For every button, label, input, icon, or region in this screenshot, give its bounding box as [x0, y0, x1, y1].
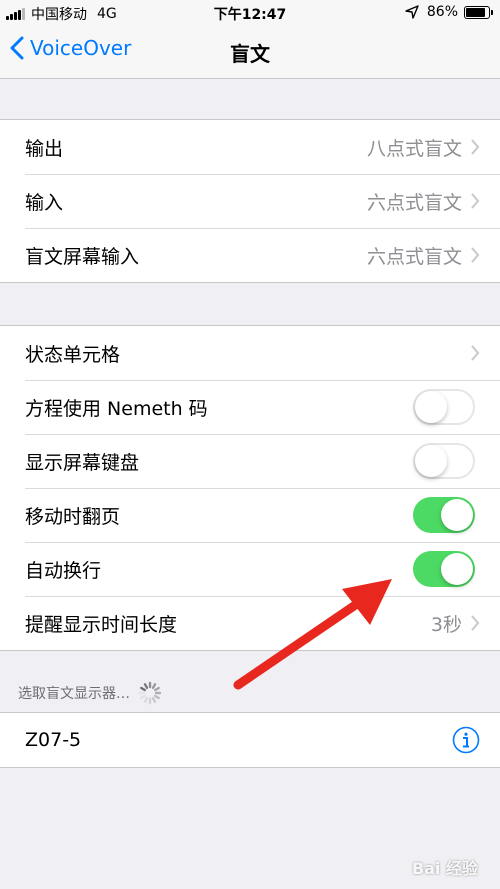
annotation-arrow-icon	[233, 579, 392, 690]
row-device-z07-5[interactable]: Z07-5	[0, 713, 500, 767]
toggle-knob	[415, 445, 447, 477]
braille-io-group: 输出 八点式盲文 输入 六点式盲文 盲文屏幕输入 六点式盲文	[0, 119, 500, 283]
chevron-right-icon	[471, 615, 480, 631]
device-name: Z07-5	[25, 729, 82, 751]
location-arrow-icon	[405, 5, 419, 19]
row-label: 盲文屏幕输入	[25, 245, 140, 268]
loading-spinner-icon	[138, 681, 162, 705]
row-label: 移动时翻页	[25, 505, 121, 528]
row-label: 方程使用 Nemeth 码	[25, 397, 208, 420]
row-label: 状态单元格	[25, 343, 121, 366]
row-label: 输入	[25, 191, 64, 214]
row-show-onscreen-keyboard: 显示屏幕键盘	[0, 434, 500, 488]
chevron-right-icon	[471, 193, 480, 209]
row-value: 八点式盲文	[366, 137, 462, 160]
row-value: 六点式盲文	[366, 191, 462, 214]
row-status-cell[interactable]: 状态单元格	[0, 326, 500, 380]
row-value: 3秒	[430, 613, 462, 636]
row-nemeth-code: 方程使用 Nemeth 码	[0, 380, 500, 434]
row-output[interactable]: 输出 八点式盲文	[0, 120, 500, 174]
battery-percent: 86%	[426, 4, 458, 20]
watermark-logo: Bai 经验	[411, 859, 478, 878]
toggle-knob	[415, 391, 447, 423]
row-value: 六点式盲文	[366, 245, 462, 268]
chevron-right-icon	[471, 139, 480, 155]
section-header-label: 选取盲文显示器…	[18, 686, 130, 702]
turn-pages-toggle[interactable]	[413, 497, 475, 533]
status-right: 86%	[405, 4, 493, 20]
navigation-bar: VoiceOver 盲文	[0, 26, 500, 79]
nemeth-code-toggle[interactable]	[413, 389, 475, 425]
toggle-knob	[441, 553, 473, 585]
row-turn-pages-when-panning: 移动时翻页	[0, 488, 500, 542]
back-button[interactable]: VoiceOver	[10, 36, 131, 60]
battery-icon	[464, 5, 493, 19]
info-icon[interactable]	[452, 726, 480, 754]
status-bar: 中国移动 4G 下午12:47 86%	[0, 0, 500, 26]
row-label: 输出	[25, 137, 64, 160]
battery-fill	[466, 7, 485, 17]
word-wrap-toggle[interactable]	[413, 551, 475, 587]
choose-display-header: 选取盲文显示器…	[18, 681, 162, 705]
row-input[interactable]: 输入 六点式盲文	[0, 174, 500, 228]
chevron-left-icon	[10, 36, 24, 60]
onscreen-keyboard-toggle[interactable]	[413, 443, 475, 479]
chevron-right-icon	[471, 345, 480, 361]
row-label: 显示屏幕键盘	[25, 451, 140, 474]
braille-display-group: Z07-5	[0, 712, 500, 768]
toggle-knob	[441, 499, 473, 531]
row-braille-screen-input[interactable]: 盲文屏幕输入 六点式盲文	[0, 228, 500, 282]
back-label: VoiceOver	[30, 36, 132, 60]
chevron-right-icon	[471, 247, 480, 263]
